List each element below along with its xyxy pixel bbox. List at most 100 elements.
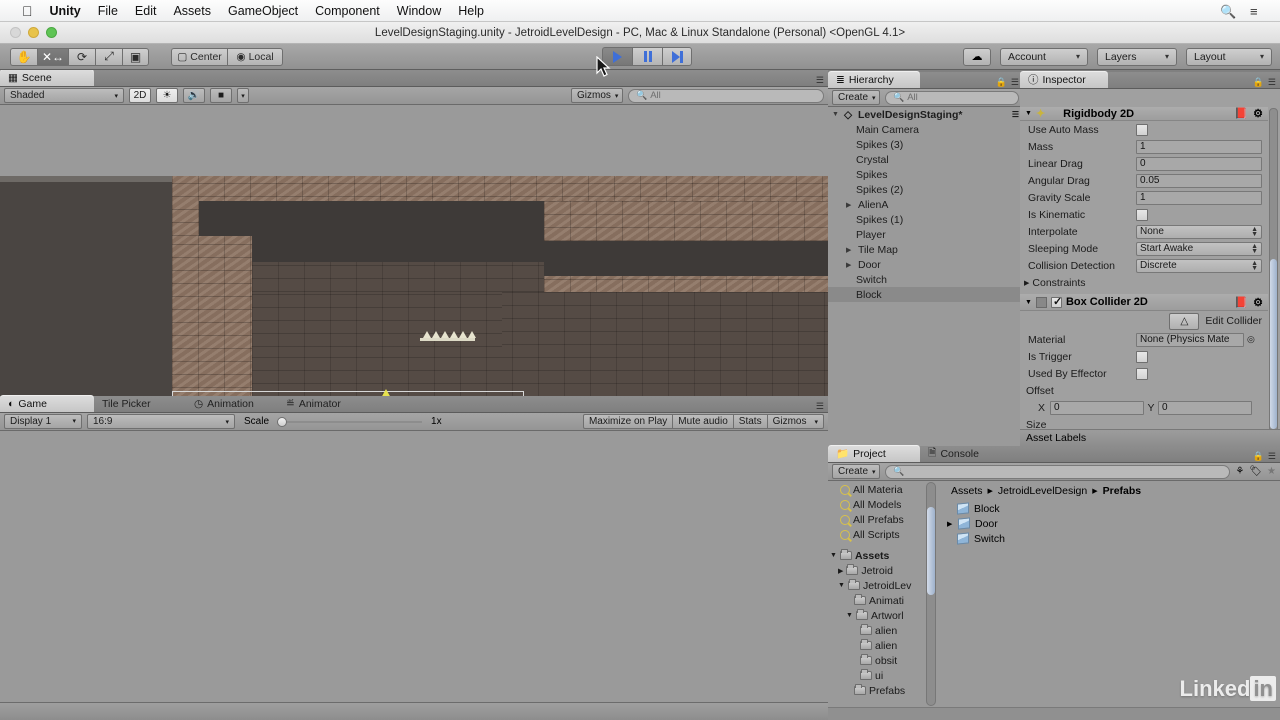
hierarchy-item-block[interactable]: Block bbox=[828, 287, 1023, 302]
apple-icon[interactable]:  bbox=[22, 4, 33, 18]
angular-drag-input[interactable]: 0.05 bbox=[1136, 173, 1262, 188]
project-tree-jetroid[interactable]: ▶ Jetroid bbox=[828, 563, 936, 578]
chevron-down-icon[interactable]: ▼ bbox=[838, 582, 845, 589]
tab-animator[interactable]: ≝ Animator bbox=[278, 395, 370, 412]
scale-slider[interactable] bbox=[277, 416, 423, 427]
row-used-by-effector[interactable]: Used By Effector bbox=[1020, 365, 1268, 382]
minimize-button[interactable] bbox=[28, 27, 39, 38]
row-constraints[interactable]: ▶ Constraints bbox=[1020, 274, 1268, 291]
row-edit-collider[interactable]: △ Edit Collider bbox=[1020, 311, 1268, 331]
tab-project[interactable]: 📁 Project bbox=[828, 445, 920, 462]
is-trigger-checkbox[interactable] bbox=[1136, 350, 1148, 363]
step-button[interactable] bbox=[662, 47, 692, 66]
row-sleeping-mode[interactable]: Sleeping Mode Start Awake ▲ ▼ bbox=[1020, 240, 1268, 257]
asset-labels-bar[interactable]: Asset Labels bbox=[1020, 429, 1280, 446]
lighting-toggle[interactable]: ☀ bbox=[156, 88, 178, 103]
project-tree-alien-2[interactable]: alien bbox=[828, 638, 936, 653]
chevron-right-icon[interactable]: ▶ bbox=[846, 201, 855, 209]
project-item-door[interactable]: ▶ Door bbox=[943, 516, 1280, 531]
sleeping-mode-dropdown[interactable]: Start Awake ▲ ▼ bbox=[1136, 241, 1262, 256]
breadcrumb-jetroidleveldesign[interactable]: JetroidLevelDesign bbox=[998, 485, 1087, 497]
menu-unity[interactable]: Unity bbox=[50, 4, 81, 18]
hierarchy-item-spikes-1[interactable]: Spikes (1) bbox=[828, 212, 1023, 227]
row-gravity-scale[interactable]: Gravity Scale 1 bbox=[1020, 189, 1268, 206]
chevron-down-icon[interactable]: ▼ bbox=[1025, 110, 1032, 117]
hierarchy-item-tile-map[interactable]: ▶ Tile Map bbox=[828, 242, 1023, 257]
menu-help[interactable]: Help bbox=[458, 4, 484, 18]
lock-icon[interactable]: 🔒 bbox=[996, 77, 1007, 88]
menu-assets[interactable]: Assets bbox=[173, 4, 211, 18]
menu-component[interactable]: Component bbox=[315, 4, 380, 18]
tab-hierarchy[interactable]: ≣ Hierarchy bbox=[828, 71, 920, 88]
hierarchy-search-input[interactable]: 🔍 All bbox=[885, 90, 1019, 105]
hierarchy-item-main-camera[interactable]: Main Camera bbox=[828, 122, 1023, 137]
rotate-tool-button[interactable]: ⟳ bbox=[68, 47, 96, 66]
row-angular-drag[interactable]: Angular Drag 0.05 bbox=[1020, 172, 1268, 189]
chevron-down-icon[interactable]: ▼ bbox=[1025, 299, 1032, 306]
scene-gizmos-dropdown[interactable]: Gizmos ▾ bbox=[571, 88, 623, 103]
project-tree-artwork[interactable]: ▼ Artworl bbox=[828, 608, 936, 623]
aspect-dropdown[interactable]: 16:9 ▾ bbox=[87, 414, 235, 429]
hierarchy-item-player[interactable]: Player bbox=[828, 227, 1023, 242]
row-is-trigger[interactable]: Is Trigger bbox=[1020, 348, 1268, 365]
menu-edit[interactable]: Edit bbox=[135, 4, 157, 18]
project-tree-prefabs[interactable]: Prefabs bbox=[828, 683, 936, 698]
menu-gameobject[interactable]: GameObject bbox=[228, 4, 298, 18]
project-tree-animations[interactable]: Animati bbox=[828, 593, 936, 608]
chevron-right-icon[interactable]: ▶ bbox=[838, 567, 843, 575]
hierarchy-tab-menu-icon[interactable]: ☰ bbox=[1011, 77, 1019, 88]
audio-toggle[interactable]: 🔊 bbox=[183, 88, 205, 103]
menu-window[interactable]: Window bbox=[397, 4, 441, 18]
tab-scene[interactable]: ▦ Scene bbox=[0, 69, 94, 86]
list-icon[interactable]: ≡ bbox=[1250, 4, 1264, 19]
project-favorite-all-materials[interactable]: All Materia bbox=[828, 482, 936, 497]
project-tree-ui[interactable]: ui bbox=[828, 668, 936, 683]
scene-tab-menu-icon[interactable]: ☰ bbox=[816, 75, 824, 86]
game-gizmos-dropdown[interactable]: Gizmos ▾ bbox=[767, 414, 824, 429]
chevron-right-icon[interactable]: ▶ bbox=[846, 246, 855, 254]
chevron-right-icon[interactable]: ▶ bbox=[1024, 279, 1029, 287]
help-icon[interactable]: 📕 bbox=[1234, 107, 1248, 120]
close-button[interactable] bbox=[10, 27, 21, 38]
help-icon[interactable]: 📕 bbox=[1234, 296, 1248, 309]
hierarchy-item-spikes[interactable]: Spikes bbox=[828, 167, 1023, 182]
effects-dropdown[interactable]: ▾ bbox=[237, 88, 249, 103]
account-dropdown[interactable]: Account ▾ bbox=[1000, 47, 1088, 66]
scene-search-input[interactable]: 🔍 All bbox=[628, 88, 824, 103]
boxcollider-enabled-checkbox[interactable] bbox=[1050, 295, 1062, 308]
space-mode-button[interactable]: ◉ Local bbox=[227, 47, 284, 66]
hierarchy-item-door[interactable]: ▶ Door bbox=[828, 257, 1023, 272]
hierarchy-item-spikes-3[interactable]: Spikes (3) bbox=[828, 137, 1023, 152]
project-favorite-all-prefabs[interactable]: All Prefabs bbox=[828, 512, 936, 527]
game-tab-menu-icon[interactable]: ☰ bbox=[816, 401, 824, 412]
project-favorite-all-scripts[interactable]: All Scripts bbox=[828, 527, 936, 542]
layers-dropdown[interactable]: Layers ▾ bbox=[1097, 47, 1177, 66]
row-offset-values[interactable]: X 0 Y 0 bbox=[1020, 399, 1268, 416]
pivot-mode-button[interactable]: ▢ Center bbox=[171, 47, 228, 66]
chevron-down-icon[interactable]: ▼ bbox=[830, 552, 837, 559]
breadcrumb-prefabs[interactable]: Prefabs bbox=[1103, 485, 1142, 497]
toggle-2d-button[interactable]: 2D bbox=[129, 88, 151, 103]
pause-button[interactable] bbox=[632, 47, 662, 66]
is-kinematic-checkbox[interactable] bbox=[1136, 208, 1148, 221]
display-dropdown[interactable]: Display 1 ▾ bbox=[4, 414, 82, 429]
project-tree-assets[interactable]: ▼ Assets bbox=[828, 548, 936, 563]
maximize-button[interactable] bbox=[46, 27, 57, 38]
rect-tool-button[interactable]: ▣ bbox=[122, 47, 150, 66]
search-icon[interactable]: 🔍 bbox=[1220, 4, 1236, 19]
row-material[interactable]: Material None (Physics Mate ◎ bbox=[1020, 331, 1268, 348]
rigidbody2d-header[interactable]: ▼ ✦ Rigidbody 2D 📕 ⚙ bbox=[1020, 107, 1268, 121]
tab-inspector[interactable]: ⓘ Inspector bbox=[1020, 71, 1108, 88]
gravity-scale-input[interactable]: 1 bbox=[1136, 190, 1262, 205]
hierarchy-item-switch[interactable]: Switch bbox=[828, 272, 1023, 287]
gear-icon[interactable]: ⚙ bbox=[1253, 296, 1263, 309]
chevron-down-icon[interactable]: ▼ bbox=[846, 612, 853, 619]
hand-tool-button[interactable]: ✋ bbox=[10, 47, 37, 66]
edit-collider-icon[interactable]: △ bbox=[1169, 312, 1200, 330]
tab-console[interactable]: 🗎 Console bbox=[920, 445, 1012, 462]
menu-file[interactable]: File bbox=[98, 4, 118, 18]
breadcrumb-assets[interactable]: Assets bbox=[951, 485, 983, 497]
cloud-services-button[interactable]: ☁ bbox=[963, 47, 991, 66]
project-item-switch[interactable]: Switch bbox=[943, 531, 1280, 546]
mute-audio-toggle[interactable]: Mute audio bbox=[673, 414, 734, 429]
